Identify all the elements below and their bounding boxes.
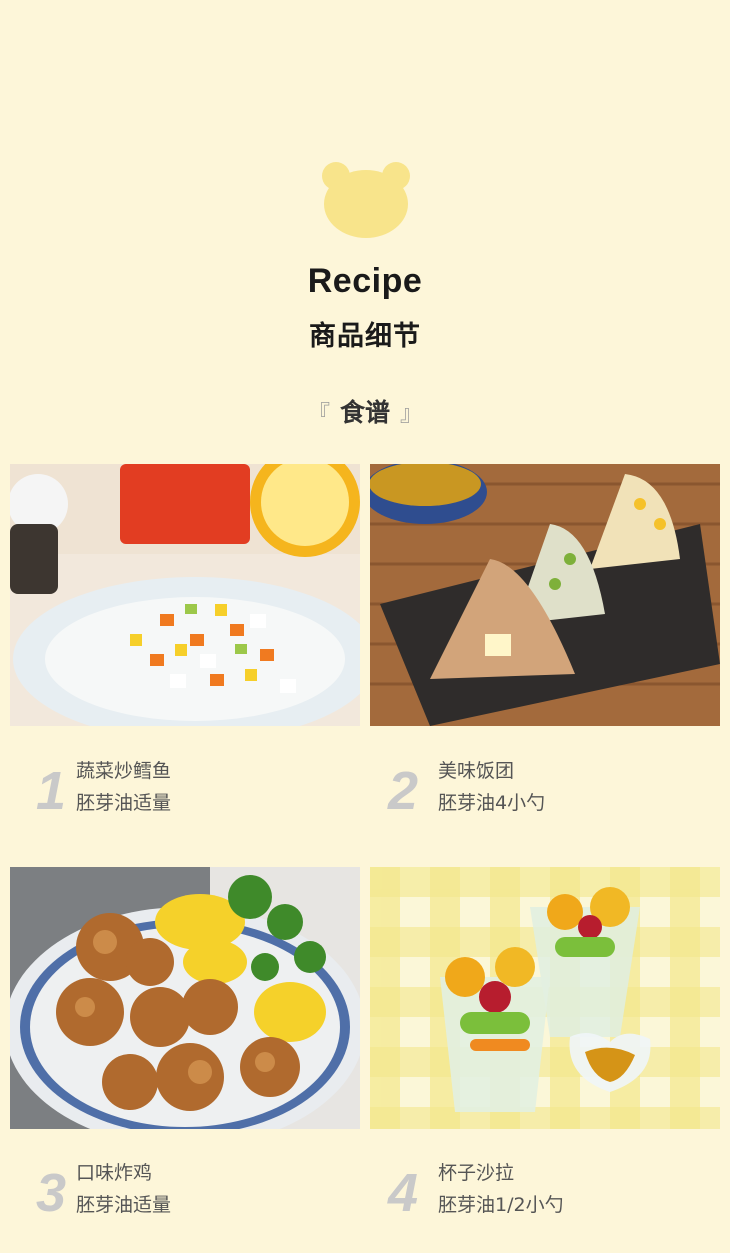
recipe-number: 1 bbox=[36, 761, 67, 821]
page-title-english: Recipe bbox=[307, 262, 423, 300]
recipe-oil-amount: 胚芽油适量 bbox=[76, 1194, 172, 1216]
page-title-chinese: 商品细节 bbox=[309, 321, 421, 352]
recipe-name: 口味炸鸡 bbox=[76, 1162, 153, 1184]
recipe-name: 美味饭团 bbox=[438, 760, 515, 782]
recipe-image-4 bbox=[370, 867, 720, 1129]
recipe-oil-amount: 胚芽油4小勺 bbox=[438, 792, 546, 814]
recipe-caption-4: 4 杯子沙拉 胚芽油1/2小勺 bbox=[388, 1158, 730, 1228]
recipe-oil-amount: 胚芽油适量 bbox=[76, 792, 172, 814]
bracket-left: 『 bbox=[307, 402, 330, 427]
bracket-right: 』 bbox=[400, 402, 423, 427]
section-heading: 『食谱』 bbox=[0, 393, 730, 429]
recipe-caption-2: 2 美味饭团 胚芽油4小勺 bbox=[388, 756, 730, 826]
recipe-number: 4 bbox=[388, 1163, 419, 1223]
recipe-caption-1: 1 蔬菜炒鳕鱼 胚芽油适量 bbox=[36, 756, 376, 826]
recipe-number: 3 bbox=[36, 1163, 67, 1223]
recipe-image-1 bbox=[10, 464, 360, 726]
recipe-caption-3: 3 口味炸鸡 胚芽油适量 bbox=[36, 1158, 376, 1228]
recipe-oil-amount: 胚芽油1/2小勺 bbox=[438, 1194, 564, 1216]
recipe-name: 蔬菜炒鳕鱼 bbox=[76, 760, 172, 782]
recipe-image-3 bbox=[10, 867, 360, 1129]
recipe-number: 2 bbox=[388, 761, 419, 821]
section-title: 食谱 bbox=[339, 398, 390, 427]
bear-head-icon bbox=[322, 162, 410, 238]
recipe-name: 杯子沙拉 bbox=[438, 1162, 515, 1184]
recipe-image-2 bbox=[370, 464, 720, 726]
